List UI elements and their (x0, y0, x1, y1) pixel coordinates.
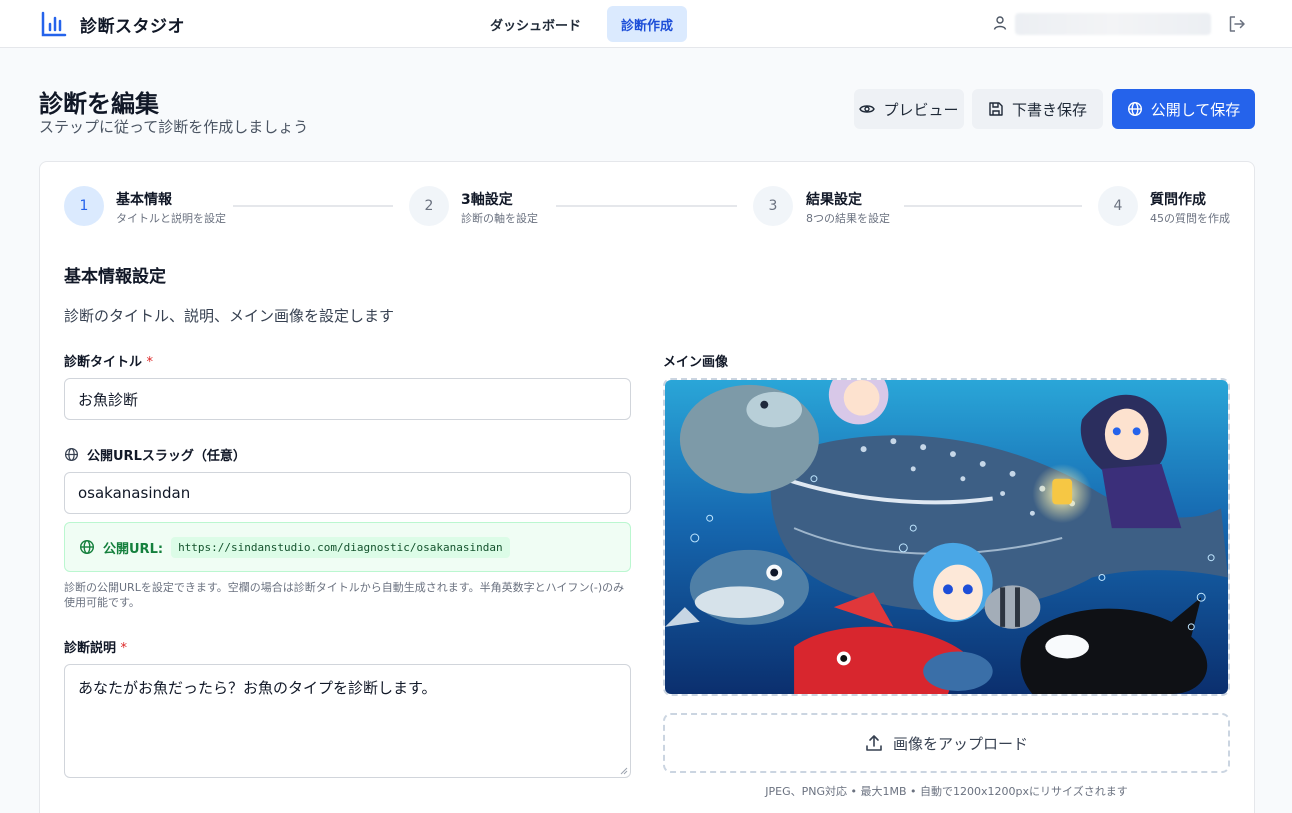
step-4-title: 質問作成 (1150, 192, 1206, 208)
step-1-title: 基本情報 (116, 192, 172, 208)
save-draft-button[interactable]: 下書き保存 (972, 89, 1103, 129)
step-2-title: 3軸設定 (461, 192, 513, 208)
logout-icon[interactable] (1227, 14, 1247, 34)
description-label-text: 診断説明 (64, 641, 117, 656)
step-connector (233, 205, 393, 207)
title-label-text: 診断タイトル (64, 355, 143, 370)
section-description: 診断のタイトル、説明、メイン画像を設定します (64, 307, 395, 325)
publish-save-label: 公開して保存 (1150, 100, 1241, 119)
upload-icon (866, 735, 882, 751)
eye-icon (859, 105, 876, 113)
required-mark: * (120, 641, 128, 656)
title-field-label: 診断タイトル * (64, 351, 153, 370)
globe-icon (64, 447, 79, 462)
step-3-description: 8つの結果を設定 (806, 212, 890, 225)
upload-label: 画像をアップロード (892, 734, 1028, 753)
step-connector (556, 205, 737, 207)
public-url-label: 公開URL: (103, 541, 164, 557)
page-title: 診断を編集 (39, 90, 159, 118)
required-mark: * (146, 355, 154, 370)
step-2-circle[interactable]: 2 (409, 186, 449, 226)
bar-chart-icon (41, 11, 67, 37)
step-4-circle[interactable]: 4 (1098, 186, 1138, 226)
main-image-preview[interactable] (663, 378, 1230, 696)
step-1-circle[interactable]: 1 (64, 186, 104, 226)
globe-icon (1127, 101, 1142, 117)
title-input[interactable]: お魚診断 (64, 378, 631, 420)
upload-note: JPEG、PNG対応 • 最大1MB • 自動で1200x1200pxにリサイズ… (765, 785, 1128, 798)
save-draft-label: 下書き保存 (1011, 100, 1087, 119)
step-3-title: 結果設定 (806, 192, 862, 208)
preview-label: プレビュー (883, 100, 959, 119)
public-url-value: https://sindanstudio.com/diagnostic/osak… (171, 536, 510, 558)
step-4-description: 45の質問を作成 (1150, 212, 1230, 225)
nav-dashboard[interactable]: ダッシュボード (476, 6, 595, 42)
save-icon (989, 102, 1003, 116)
brand[interactable]: 診断スタジオ (40, 10, 185, 38)
public-url-box: 公開URL: https://sindanstudio.com/diagnost… (64, 522, 631, 572)
description-value: あなたがお魚だったら？お魚のタイプを診断します。 (78, 679, 437, 697)
step-2-description: 診断の軸を設定 (461, 212, 538, 225)
preview-button[interactable]: プレビュー (854, 89, 964, 129)
nav-create-diagnostic[interactable]: 診断作成 (607, 6, 687, 42)
upload-image-button[interactable]: 画像をアップロード (663, 713, 1230, 773)
step-1-description: タイトルと説明を設定 (116, 212, 226, 225)
slug-field-label: 公開URLスラッグ（任意） (64, 445, 246, 464)
step-3-circle[interactable]: 3 (753, 186, 793, 226)
slug-help-text: 診断の公開URLを設定できます。空欄の場合は診断タイトルから自動生成されます。半… (64, 581, 625, 609)
description-textarea[interactable]: あなたがお魚だったら？お魚のタイプを診断します。 (64, 664, 631, 778)
resize-grip-icon[interactable] (620, 767, 628, 775)
app-name: 診断スタジオ (80, 16, 185, 37)
step-connector (904, 205, 1082, 207)
user-name-redacted (1015, 13, 1211, 35)
publish-save-button[interactable]: 公開して保存 (1112, 89, 1255, 129)
user-icon (993, 16, 1007, 30)
globe-icon (79, 539, 95, 555)
underwater-illustration (665, 380, 1228, 694)
page-subtitle: ステップに従って診断を作成しましょう (39, 118, 309, 136)
slug-label-text: 公開URLスラッグ（任意） (87, 449, 246, 464)
top-navigation-bar: 診断スタジオ ダッシュボード 診断作成 (0, 0, 1292, 48)
description-field-label: 診断説明 * (64, 637, 127, 656)
section-title: 基本情報設定 (64, 267, 166, 287)
main-image-label: メイン画像 (663, 355, 729, 370)
slug-input[interactable]: osakanasindan (64, 472, 631, 514)
